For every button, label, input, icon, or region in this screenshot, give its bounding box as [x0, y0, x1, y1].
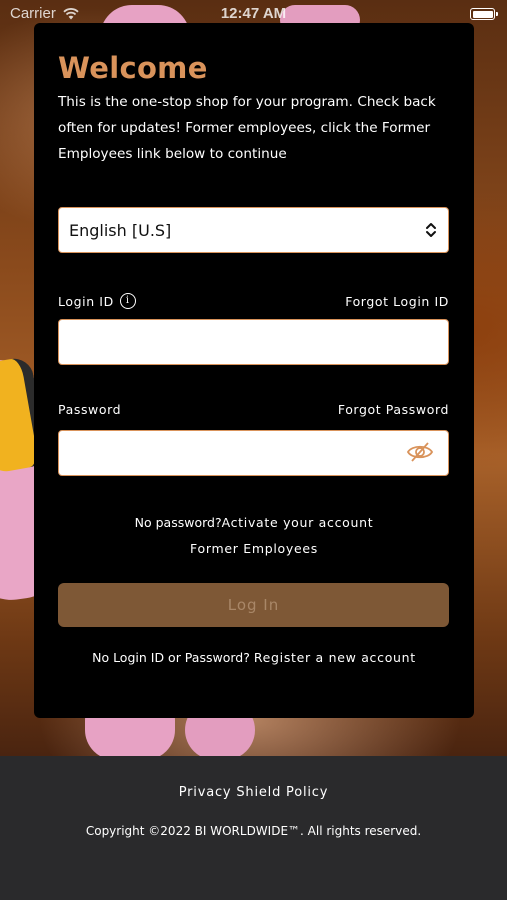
welcome-title: Welcome — [58, 51, 208, 85]
intro-text: This is the one-stop shop for your progr… — [58, 94, 436, 162]
activate-account-link[interactable]: Activate your account — [222, 515, 374, 530]
updown-chevron-icon — [426, 223, 436, 237]
login-id-input[interactable] — [58, 319, 449, 365]
language-select[interactable]: English [U.S] — [58, 207, 449, 253]
info-icon[interactable]: i — [119, 293, 136, 309]
no-password-text: No password? — [134, 515, 222, 530]
battery-icon — [470, 8, 498, 20]
login-id-label-group: Login ID i — [58, 293, 136, 309]
forgot-password-link[interactable]: Forgot Password — [338, 402, 449, 417]
password-input[interactable] — [58, 430, 449, 476]
login-id-label: Login ID — [58, 293, 114, 309]
footer: Privacy Shield Policy Copyright ©2022 BI… — [0, 756, 507, 900]
activate-account-line: No password?Activate your account — [34, 515, 474, 530]
register-account-link[interactable]: Register a new account — [254, 650, 416, 665]
copyright-text: Copyright ©2022 BI WORLDWIDE™. All right… — [85, 824, 422, 838]
forgot-login-id-link[interactable]: Forgot Login ID — [345, 294, 449, 309]
login-button[interactable]: Log In — [58, 583, 449, 627]
register-line: No Login ID or Password? Register a new … — [34, 650, 474, 665]
password-label: Password — [58, 402, 122, 417]
no-login-text: No Login ID or Password? — [92, 650, 250, 665]
login-card: Welcome This is the one-stop shop for yo… — [34, 23, 474, 718]
former-employees-link[interactable]: Former Employees — [34, 541, 474, 556]
language-selected-value: English [U.S] — [69, 220, 172, 240]
privacy-policy-link[interactable]: Privacy Shield Policy — [0, 785, 507, 800]
status-time: 12:47 AM — [220, 5, 287, 22]
eye-slash-icon[interactable] — [406, 440, 434, 464]
